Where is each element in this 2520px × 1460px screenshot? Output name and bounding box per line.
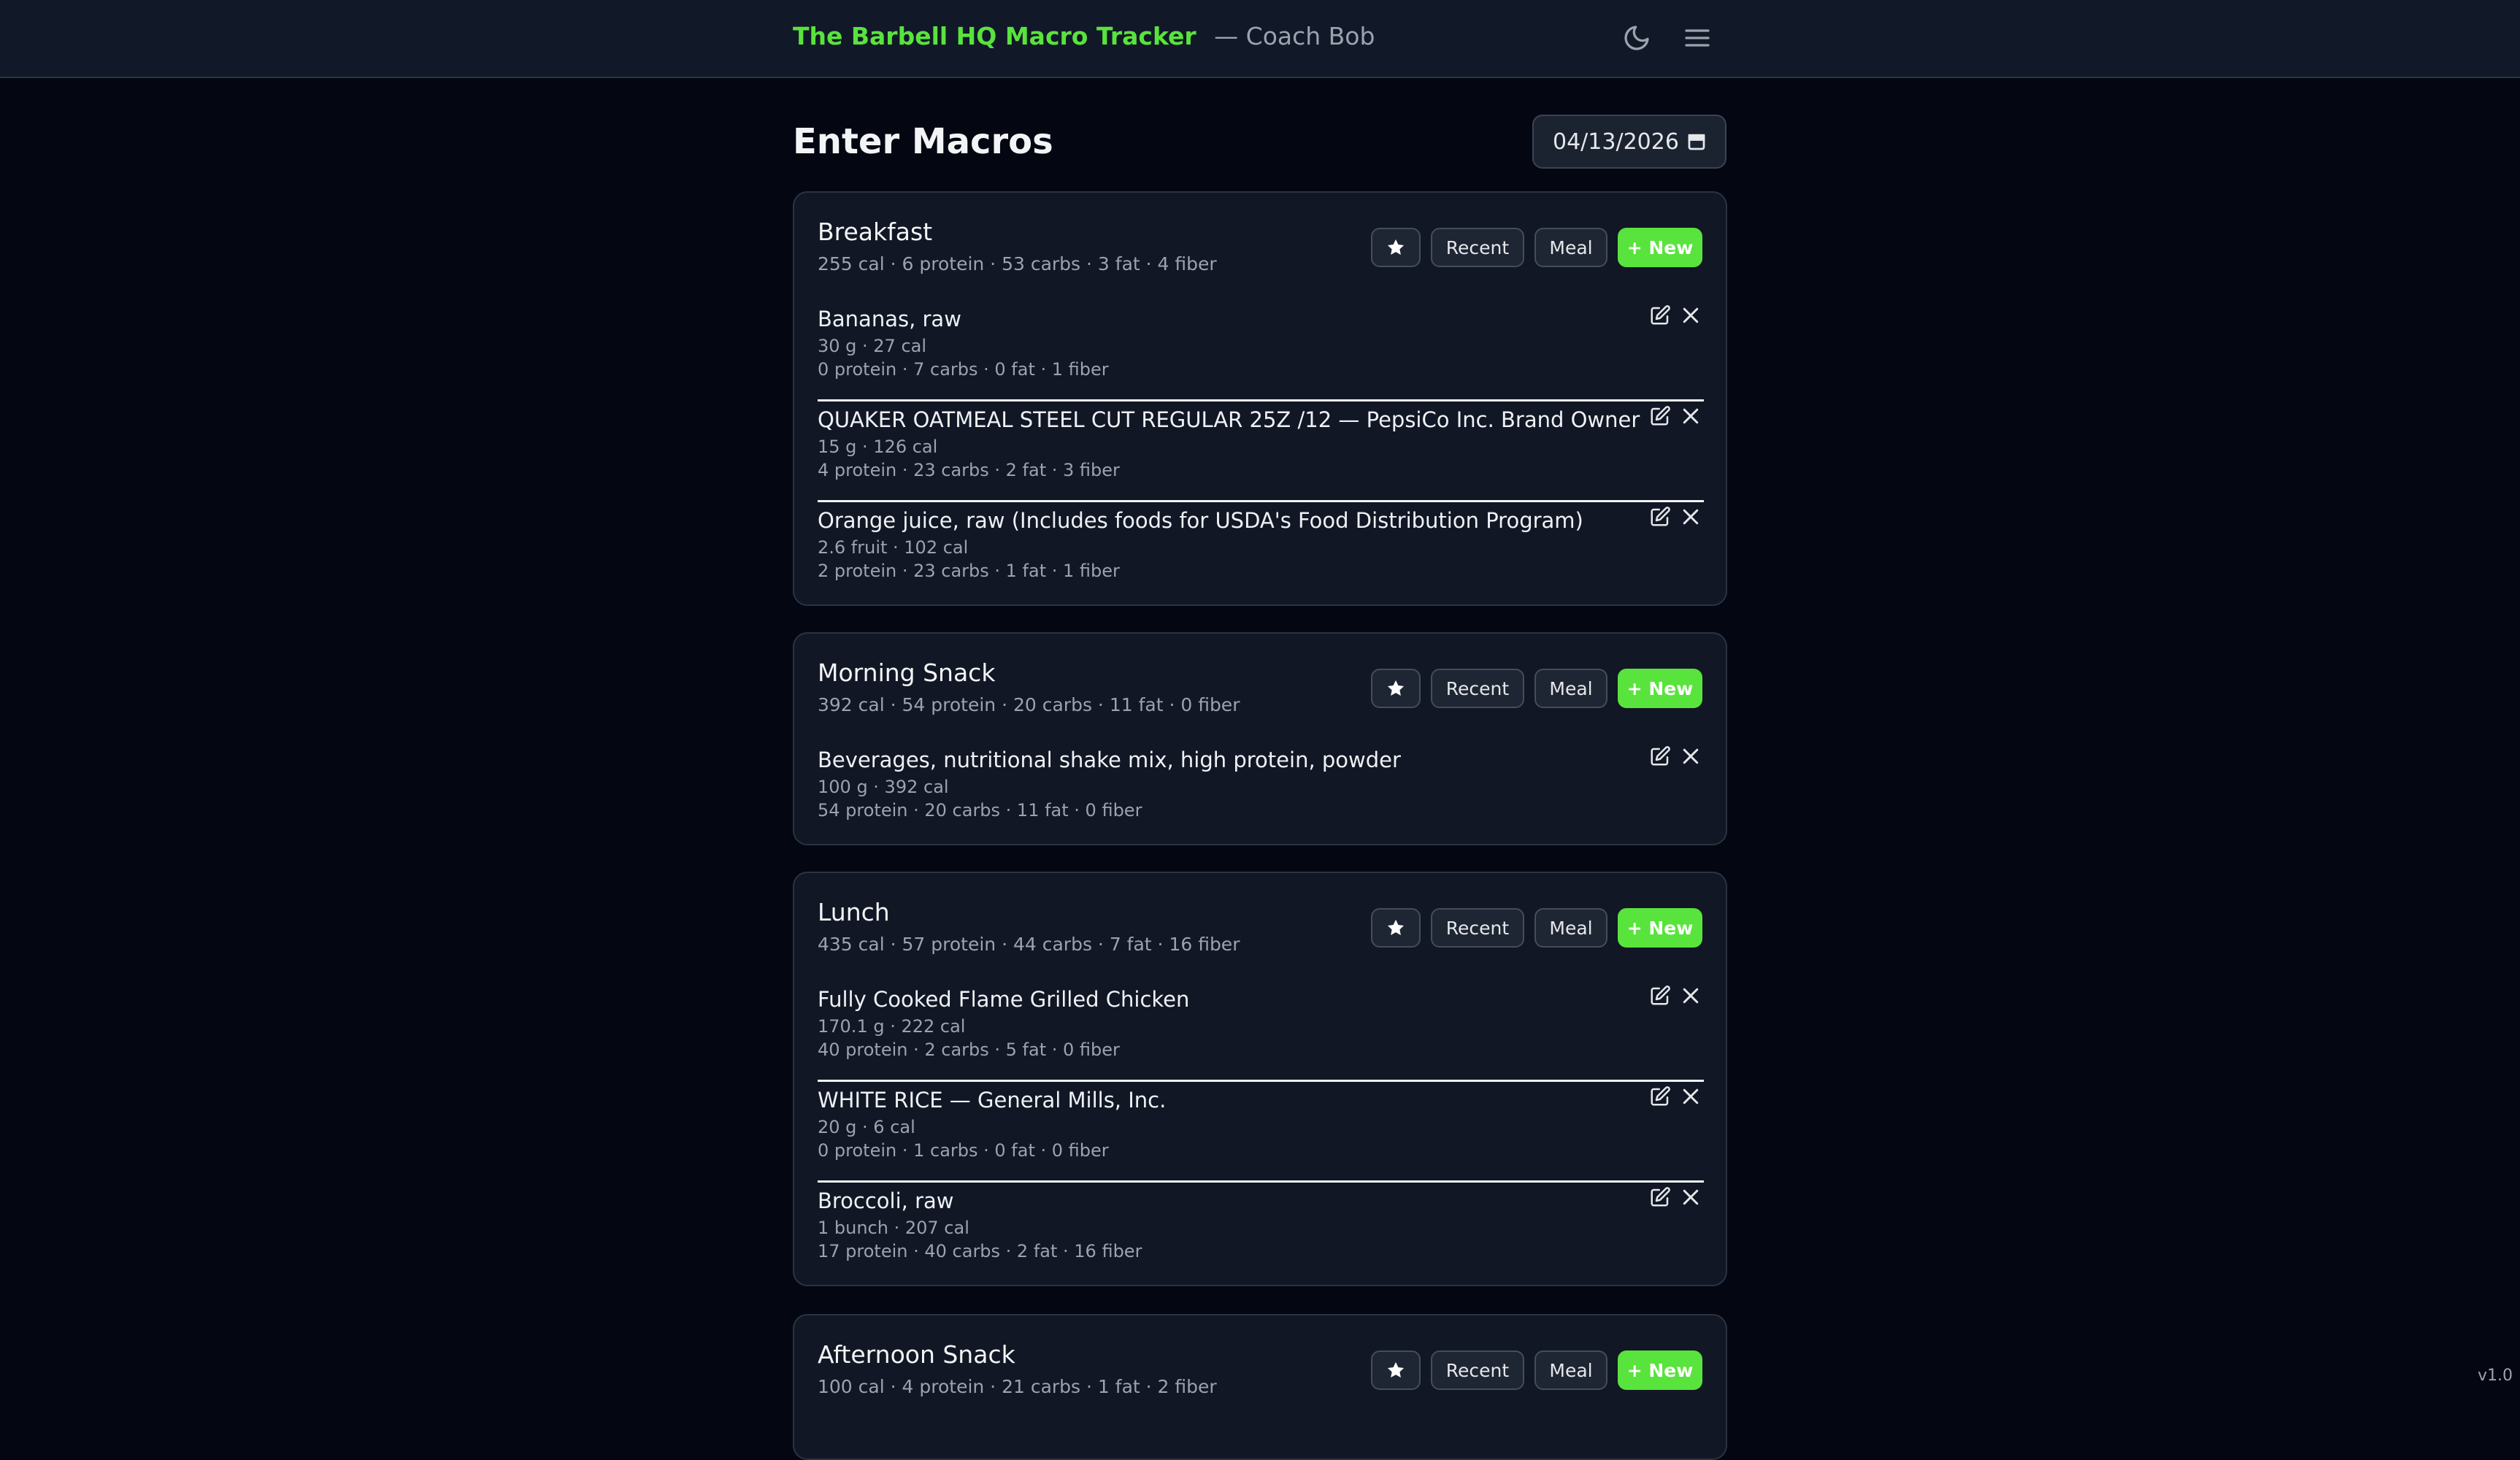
- meal-card: Afternoon Snack 100 cal · 4 protein · 21…: [793, 1314, 1727, 1460]
- food-item: Bananas, raw 30 g · 27 cal 0 protein · 7…: [818, 301, 1704, 402]
- food-name: Orange juice, raw (Includes foods for US…: [818, 507, 1583, 534]
- meal-button[interactable]: Meal: [1534, 1350, 1607, 1390]
- favorites-button[interactable]: [1371, 1350, 1421, 1390]
- edit-icon[interactable]: [1647, 403, 1673, 429]
- top-bar: The Barbell HQ Macro Tracker — Coach Bob: [0, 0, 2520, 78]
- food-item: Broccoli, raw 1 bunch · 207 cal 17 prote…: [818, 1183, 1704, 1283]
- food-macros: 2 protein · 23 carbs · 1 fat · 1 fiber: [818, 559, 1120, 583]
- meal-title: Breakfast: [818, 216, 932, 248]
- favorites-button[interactable]: [1371, 228, 1421, 267]
- food-serving: 170.1 g · 222 cal: [818, 1015, 965, 1038]
- meal-card: Lunch 435 cal · 57 protein · 44 carbs · …: [793, 872, 1727, 1286]
- food-name: QUAKER OATMEAL STEEL CUT REGULAR 25Z /12…: [818, 406, 1640, 434]
- food-list: Fully Cooked Flame Grilled Chicken 170.1…: [818, 981, 1704, 1283]
- close-icon[interactable]: [1678, 743, 1704, 769]
- meal-card: Breakfast 255 cal · 6 protein · 53 carbs…: [793, 191, 1727, 606]
- food-serving: 100 g · 392 cal: [818, 775, 949, 799]
- favorites-button[interactable]: [1371, 908, 1421, 948]
- meal-title: Morning Snack: [818, 657, 995, 689]
- food-macros: 54 protein · 20 carbs · 11 fat · 0 fiber: [818, 799, 1142, 822]
- meal-button[interactable]: Meal: [1534, 908, 1607, 948]
- meal-summary: 255 cal · 6 protein · 53 carbs · 3 fat ·…: [818, 253, 1217, 276]
- food-serving: 1 bunch · 207 cal: [818, 1216, 969, 1240]
- recent-button[interactable]: Recent: [1431, 669, 1524, 708]
- brand: The Barbell HQ Macro Tracker — Coach Bob: [793, 20, 1375, 53]
- meal-actions: Recent Meal + New: [1371, 908, 1702, 948]
- close-icon[interactable]: [1678, 1184, 1704, 1210]
- food-macros: 4 protein · 23 carbs · 2 fat · 3 fiber: [818, 458, 1120, 482]
- food-macros: 0 protein · 7 carbs · 0 fat · 1 fiber: [818, 358, 1109, 381]
- meal-summary: 435 cal · 57 protein · 44 carbs · 7 fat …: [818, 933, 1240, 956]
- app-name[interactable]: The Barbell HQ Macro Tracker: [793, 22, 1196, 50]
- meal-card: Morning Snack 392 cal · 54 protein · 20 …: [793, 632, 1727, 845]
- meal-actions: Recent Meal + New: [1371, 1350, 1702, 1390]
- food-item: Beverages, nutritional shake mix, high p…: [818, 742, 1704, 842]
- food-macros: 17 protein · 40 carbs · 2 fat · 16 fiber: [818, 1240, 1142, 1263]
- meal-actions: Recent Meal + New: [1371, 669, 1702, 708]
- food-item: Fully Cooked Flame Grilled Chicken 170.1…: [818, 981, 1704, 1082]
- food-item: QUAKER OATMEAL STEEL CUT REGULAR 25Z /12…: [818, 402, 1704, 502]
- page-title: Enter Macros: [793, 118, 1053, 165]
- recent-button[interactable]: Recent: [1431, 908, 1524, 948]
- food-macros: 40 protein · 2 carbs · 5 fat · 0 fiber: [818, 1038, 1120, 1061]
- meal-title: Lunch: [818, 896, 890, 929]
- food-serving: 30 g · 27 cal: [818, 334, 926, 358]
- food-name: WHITE RICE — General Mills, Inc.: [818, 1086, 1166, 1114]
- food-name: Fully Cooked Flame Grilled Chicken: [818, 986, 1189, 1013]
- close-icon[interactable]: [1678, 983, 1704, 1009]
- close-icon[interactable]: [1678, 504, 1704, 530]
- close-icon[interactable]: [1678, 403, 1704, 429]
- food-item: WHITE RICE — General Mills, Inc. 20 g · …: [818, 1082, 1704, 1183]
- star-icon: [1386, 678, 1406, 699]
- edit-icon[interactable]: [1647, 743, 1673, 769]
- date-picker-input[interactable]: 04/13/2026: [1532, 115, 1726, 169]
- new-food-button[interactable]: + New: [1618, 669, 1702, 708]
- star-icon: [1386, 237, 1406, 258]
- star-icon: [1386, 1360, 1406, 1380]
- close-icon[interactable]: [1678, 1083, 1704, 1110]
- new-food-button[interactable]: + New: [1618, 1350, 1702, 1390]
- favorites-button[interactable]: [1371, 669, 1421, 708]
- food-item: Orange juice, raw (Includes foods for US…: [818, 502, 1704, 603]
- edit-icon[interactable]: [1647, 302, 1673, 328]
- food-serving: 2.6 fruit · 102 cal: [818, 536, 968, 559]
- recent-button[interactable]: Recent: [1431, 1350, 1524, 1390]
- food-name: Bananas, raw: [818, 305, 961, 333]
- new-food-button[interactable]: + New: [1618, 908, 1702, 948]
- hamburger-menu-icon[interactable]: [1678, 19, 1716, 57]
- meal-summary: 392 cal · 54 protein · 20 carbs · 11 fat…: [818, 694, 1240, 717]
- food-name: Broccoli, raw: [818, 1187, 954, 1215]
- edit-icon[interactable]: [1647, 1184, 1673, 1210]
- coach-name: — Coach Bob: [1214, 22, 1375, 50]
- food-name: Beverages, nutritional shake mix, high p…: [818, 746, 1401, 774]
- edit-icon[interactable]: [1647, 504, 1673, 530]
- food-serving: 20 g · 6 cal: [818, 1115, 915, 1139]
- date-value: 04/13/2026: [1553, 129, 1679, 155]
- meal-summary: 100 cal · 4 protein · 21 carbs · 1 fat ·…: [818, 1375, 1217, 1399]
- new-food-button[interactable]: + New: [1618, 228, 1702, 267]
- edit-icon[interactable]: [1647, 983, 1673, 1009]
- moon-icon[interactable]: [1618, 19, 1656, 57]
- edit-icon[interactable]: [1647, 1083, 1673, 1110]
- food-list: Bananas, raw 30 g · 27 cal 0 protein · 7…: [818, 301, 1704, 603]
- meal-button[interactable]: Meal: [1534, 669, 1607, 708]
- recent-button[interactable]: Recent: [1431, 228, 1524, 267]
- food-macros: 0 protein · 1 carbs · 0 fat · 0 fiber: [818, 1139, 1109, 1162]
- version-label: v1.0: [2478, 1365, 2513, 1387]
- meal-button[interactable]: Meal: [1534, 228, 1607, 267]
- food-serving: 15 g · 126 cal: [818, 435, 937, 458]
- calendar-icon[interactable]: [1686, 131, 1707, 153]
- meal-actions: Recent Meal + New: [1371, 228, 1702, 267]
- food-list: Beverages, nutritional shake mix, high p…: [818, 742, 1704, 842]
- close-icon[interactable]: [1678, 302, 1704, 328]
- star-icon: [1386, 918, 1406, 938]
- meal-title: Afternoon Snack: [818, 1339, 1015, 1371]
